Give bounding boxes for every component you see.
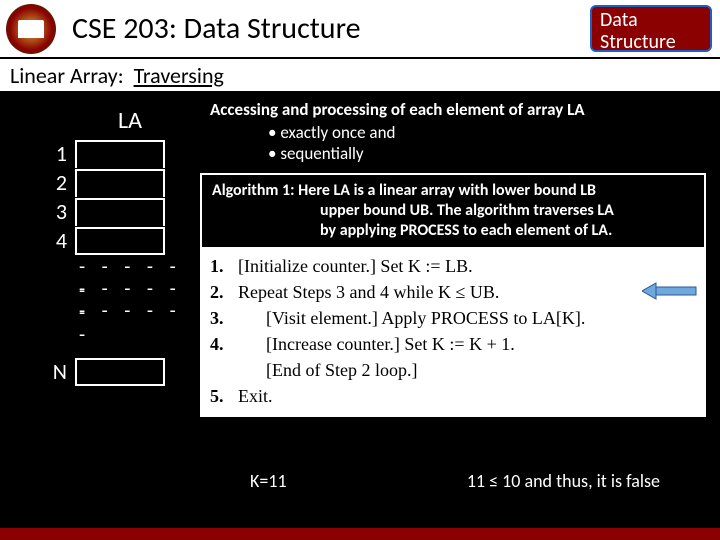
array-index: N (35, 358, 75, 385)
badge-line1: Data (600, 9, 702, 31)
array-diagram: LA 1 2 3 4 - - - - - - - - - - - - - - -… (35, 106, 185, 386)
k-value: K=11 (250, 470, 287, 492)
array-cell (75, 227, 165, 255)
array-label: LA (90, 106, 170, 135)
subhead-value: Traversing (134, 62, 224, 89)
algo-step: [End of Step 2 loop.] (210, 357, 696, 383)
algo-step: 4.[Increase counter.] Set K := K + 1. (210, 331, 696, 357)
array-cell (75, 169, 165, 197)
algo-head-line: upper bound UB. The algorithm traverses … (212, 201, 694, 221)
array-cell (75, 358, 165, 386)
array-index: 1 (35, 140, 75, 167)
definition-line: Accessing and processing of each element… (210, 99, 706, 120)
algo-step: 5.Exit. (210, 383, 696, 409)
badge-line2: Structure (600, 31, 702, 53)
algo-head-line: by applying PROCESS to each element of L… (212, 221, 694, 241)
algo-step: 3.[Visit element.] Apply PROCESS to LA[K… (210, 305, 696, 331)
slide-body: LA 1 2 3 4 - - - - - - - - - - - - - - -… (0, 91, 720, 528)
logo-seal (6, 4, 56, 54)
spacer (35, 321, 185, 357)
array-index: 2 (35, 169, 75, 196)
topic-badge: Data Structure (590, 5, 712, 52)
pointer-arrow-icon (642, 281, 698, 299)
k-condition: 11 ≤ 10 and thus, it is false (467, 470, 660, 492)
bullet-item: exactly once and (268, 122, 706, 143)
array-ellipsis: - - - - - - (35, 299, 185, 321)
array-index: 4 (35, 227, 75, 254)
book-icon (18, 20, 44, 38)
subhead-label: Linear Array: (0, 62, 134, 89)
algo-head-line: Algorithm 1: Here LA is a linear array w… (212, 181, 694, 201)
definition-block: Accessing and processing of each element… (210, 99, 706, 164)
algo-step: 1.[Initialize counter.] Set K := LB. (210, 253, 696, 279)
university-logo (0, 0, 62, 57)
subheading: Linear Array: Traversing (0, 59, 720, 91)
footer-bar (0, 528, 720, 540)
array-cell (75, 140, 165, 168)
bullet-item: sequentially (268, 143, 706, 164)
array-cell (75, 198, 165, 226)
array-row: 2 (35, 168, 185, 197)
definition-bullets: exactly once and sequentially (210, 122, 706, 164)
array-row: 1 (35, 139, 185, 168)
header: CSE 203: Data Structure Data Structure (0, 0, 720, 59)
array-row: 3 (35, 197, 185, 226)
array-row: N (35, 357, 185, 386)
array-row: 4 (35, 226, 185, 255)
algorithm-heading: Algorithm 1: Here LA is a linear array w… (200, 173, 706, 249)
course-title: CSE 203: Data Structure (62, 0, 582, 57)
array-ellipsis: - - - - - - (35, 255, 185, 277)
array-index: 3 (35, 198, 75, 225)
algorithm-steps: 1.[Initialize counter.] Set K := LB. 2.R… (200, 247, 706, 417)
array-ellipsis: - - - - - - (35, 277, 185, 299)
algo-step: 2.Repeat Steps 3 and 4 while K ≤ UB. (210, 279, 696, 305)
